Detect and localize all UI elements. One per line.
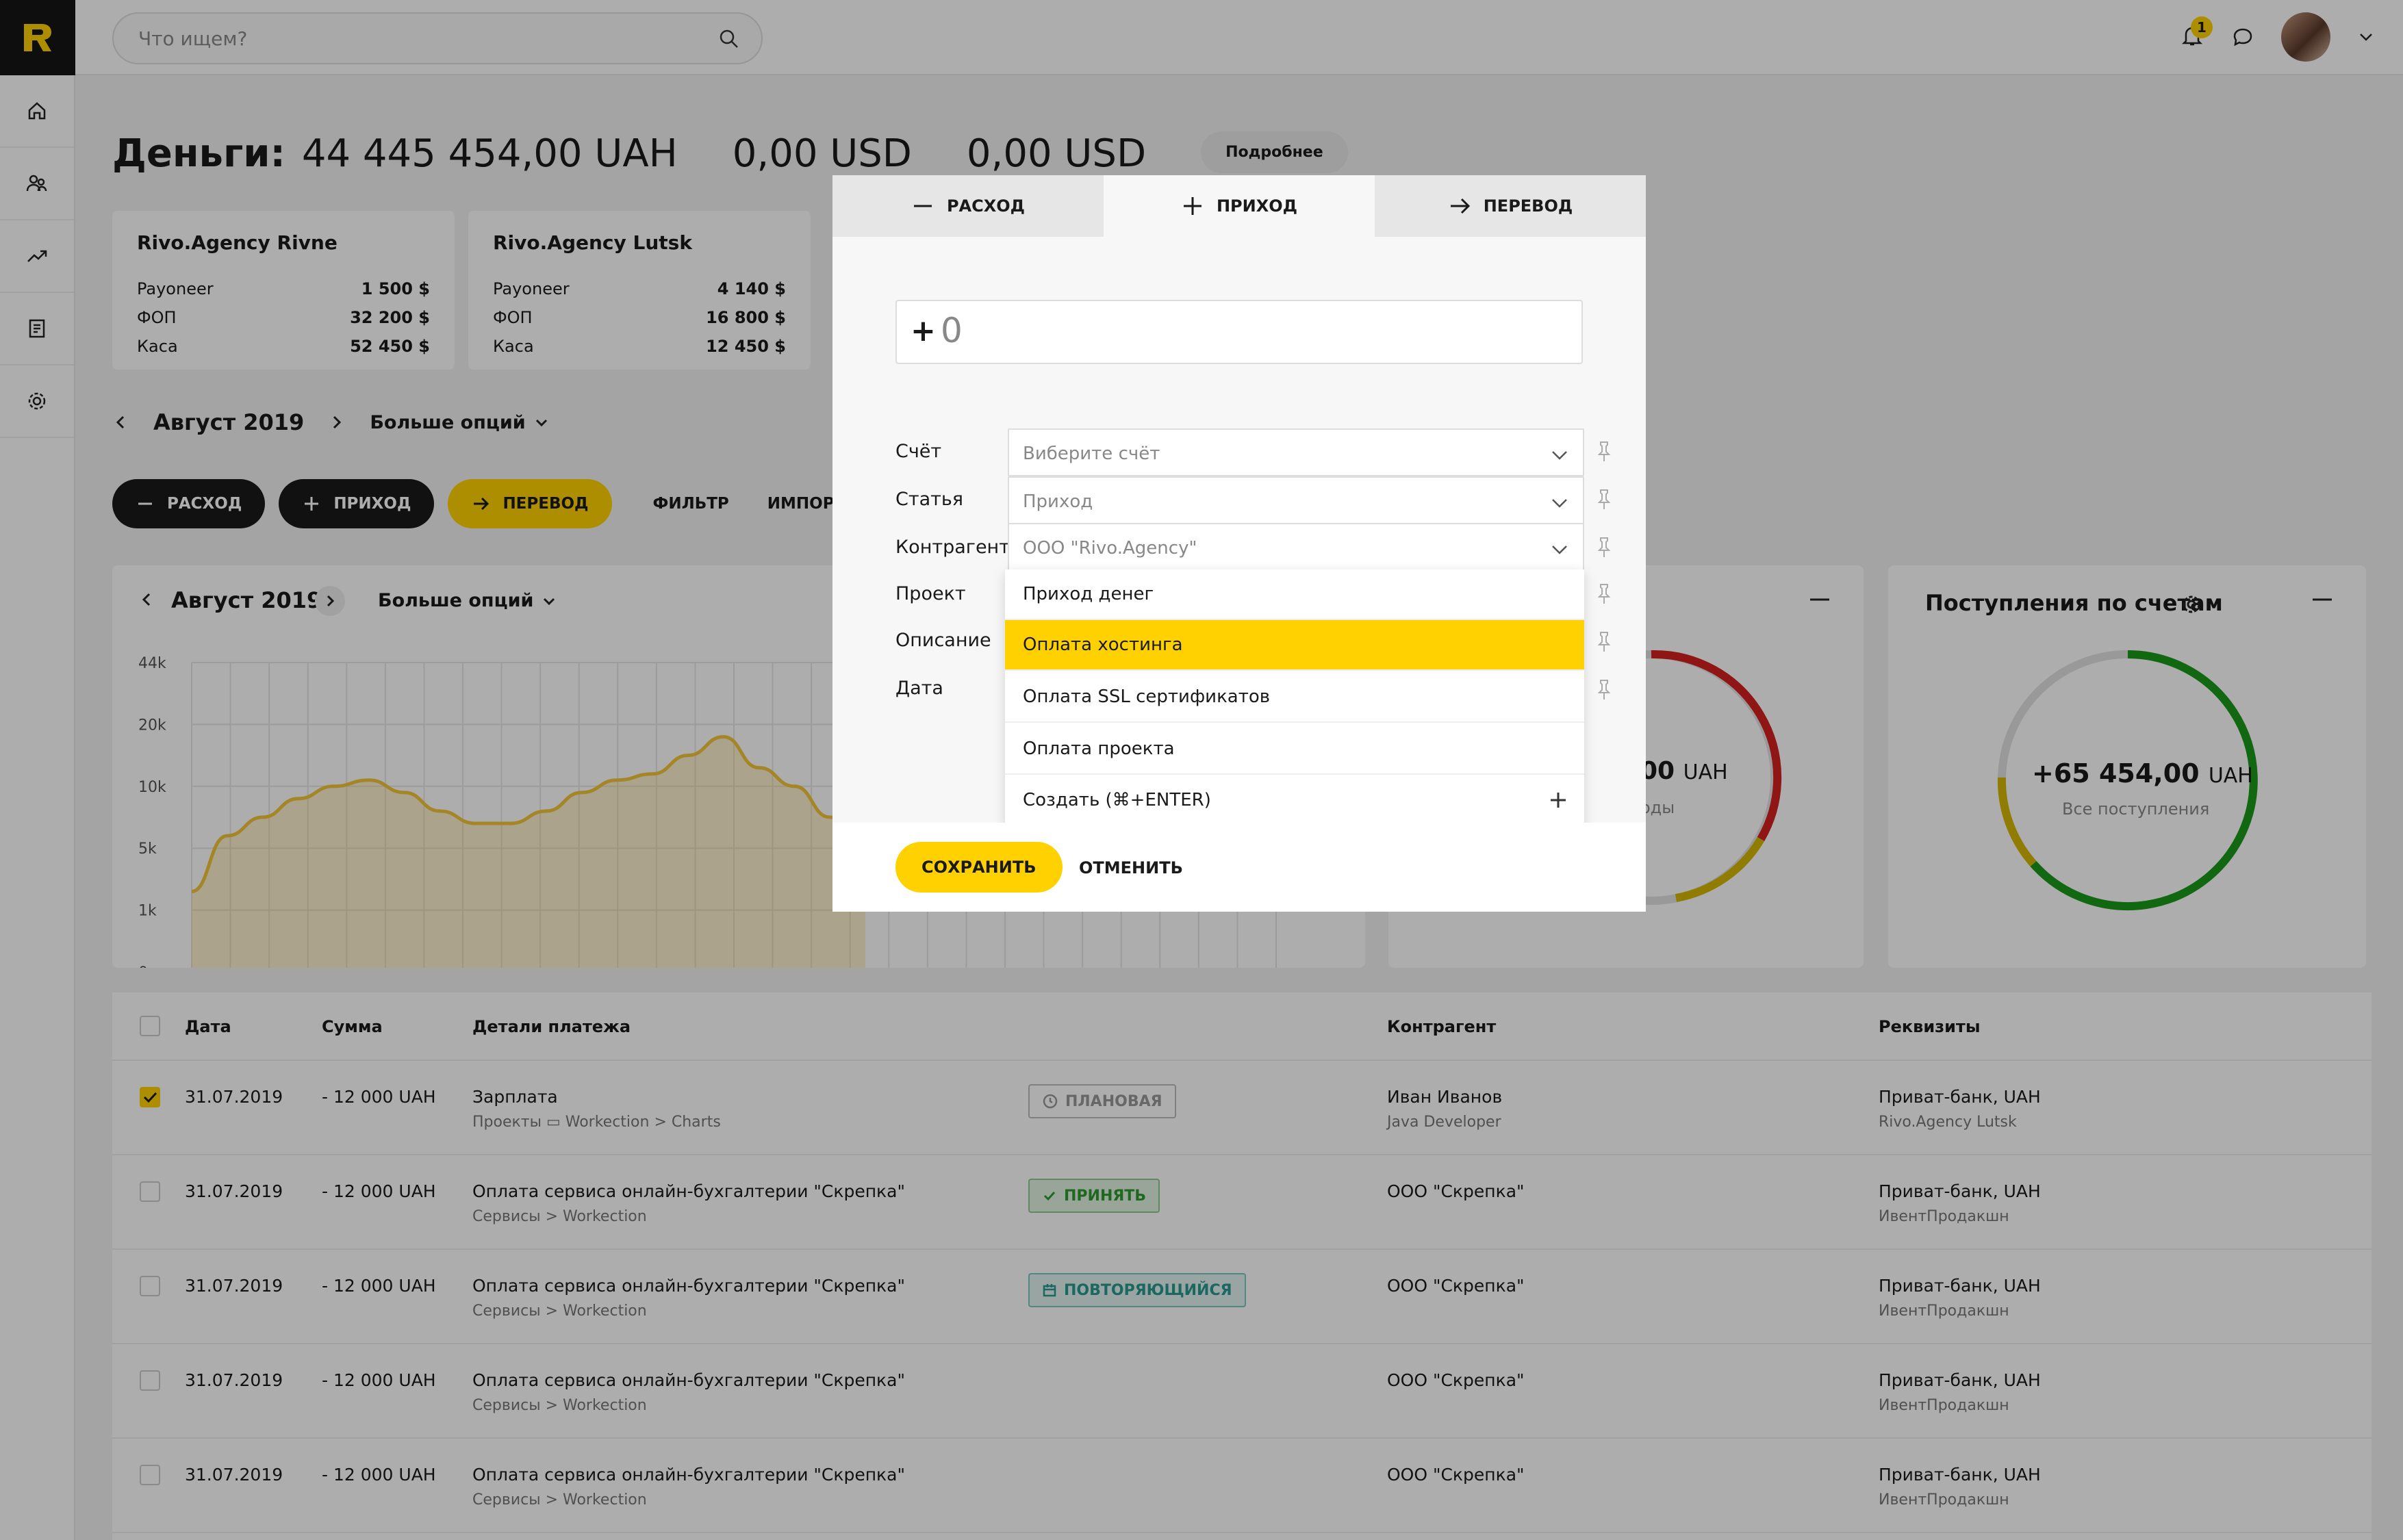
- pin-icon[interactable]: [1597, 631, 1612, 653]
- tab-expense[interactable]: РАСХОД: [832, 175, 1104, 237]
- chevron-down-icon: [1552, 451, 1567, 460]
- dropdown-option-selected[interactable]: Оплата хостинга: [1005, 620, 1584, 671]
- contractor-select[interactable]: ООО "Rivo.Agency": [1008, 523, 1584, 571]
- account-select-value: Виберите счёт: [1023, 444, 1160, 464]
- amount-input[interactable]: + 0: [895, 300, 1583, 364]
- dropdown-option[interactable]: Приход денег: [1005, 569, 1584, 620]
- chevron-down-icon: [1552, 546, 1567, 554]
- article-select[interactable]: Приход: [1008, 476, 1584, 524]
- dropdown-option[interactable]: Оплата SSL сертификатов: [1005, 672, 1584, 723]
- label-contractor: Контрагент: [895, 537, 1010, 558]
- pin-icon[interactable]: [1597, 441, 1612, 463]
- label-description: Описание: [895, 630, 991, 651]
- pin-icon[interactable]: [1597, 489, 1612, 511]
- minus-icon: [913, 205, 932, 207]
- save-button[interactable]: СОХРАНИТЬ: [895, 842, 1063, 893]
- label-project: Проект: [895, 583, 966, 604]
- option-label: Оплата SSL сертификатов: [1023, 686, 1271, 707]
- label-date: Дата: [895, 678, 943, 699]
- option-label: Оплата проекта: [1023, 739, 1175, 759]
- plus-icon: [1551, 793, 1566, 808]
- amount-value: 0: [941, 311, 963, 350]
- tab-income[interactable]: ПРИХОД: [1104, 175, 1375, 237]
- option-label: Создать (⌘+ENTER): [1023, 790, 1211, 810]
- modal-footer: СОХРАНИТЬ ОТМЕНИТЬ: [832, 823, 1646, 912]
- dropdown-option[interactable]: Оплата проекта: [1005, 724, 1584, 775]
- label-account: Счёт: [895, 441, 942, 462]
- tab-transfer-label: ПЕРЕВОД: [1483, 196, 1573, 216]
- chevron-down-icon: [1552, 499, 1567, 508]
- contractor-dropdown: Приход денег Оплата хостинга Оплата SSL …: [1005, 569, 1584, 827]
- pin-icon[interactable]: [1597, 679, 1612, 701]
- arrow-right-icon: [1450, 198, 1470, 214]
- modal-tabs: РАСХОД ПРИХОД ПЕРЕВОД: [832, 175, 1646, 237]
- pin-icon[interactable]: [1597, 537, 1612, 559]
- option-label: Оплата хостинга: [1023, 634, 1183, 655]
- pin-icon[interactable]: [1597, 583, 1612, 605]
- tab-expense-label: РАСХОД: [946, 196, 1026, 216]
- cancel-button[interactable]: ОТМЕНИТЬ: [1079, 858, 1183, 877]
- dropdown-create-option[interactable]: Создать (⌘+ENTER): [1005, 775, 1584, 825]
- option-label: Приход денег: [1023, 584, 1154, 604]
- amount-sign: +: [911, 313, 936, 348]
- tab-income-label: ПРИХОД: [1216, 196, 1298, 216]
- label-article: Статья: [895, 489, 964, 510]
- plus-icon: [1183, 197, 1202, 215]
- article-select-value: Приход: [1023, 491, 1093, 512]
- tab-transfer[interactable]: ПЕРЕВОД: [1375, 175, 1646, 237]
- contractor-select-value: ООО "Rivo.Agency": [1023, 538, 1197, 559]
- transaction-modal: РАСХОД ПРИХОД ПЕРЕВОД + 0 Счёт Виберите …: [832, 175, 1646, 912]
- account-select[interactable]: Виберите счёт: [1008, 428, 1584, 476]
